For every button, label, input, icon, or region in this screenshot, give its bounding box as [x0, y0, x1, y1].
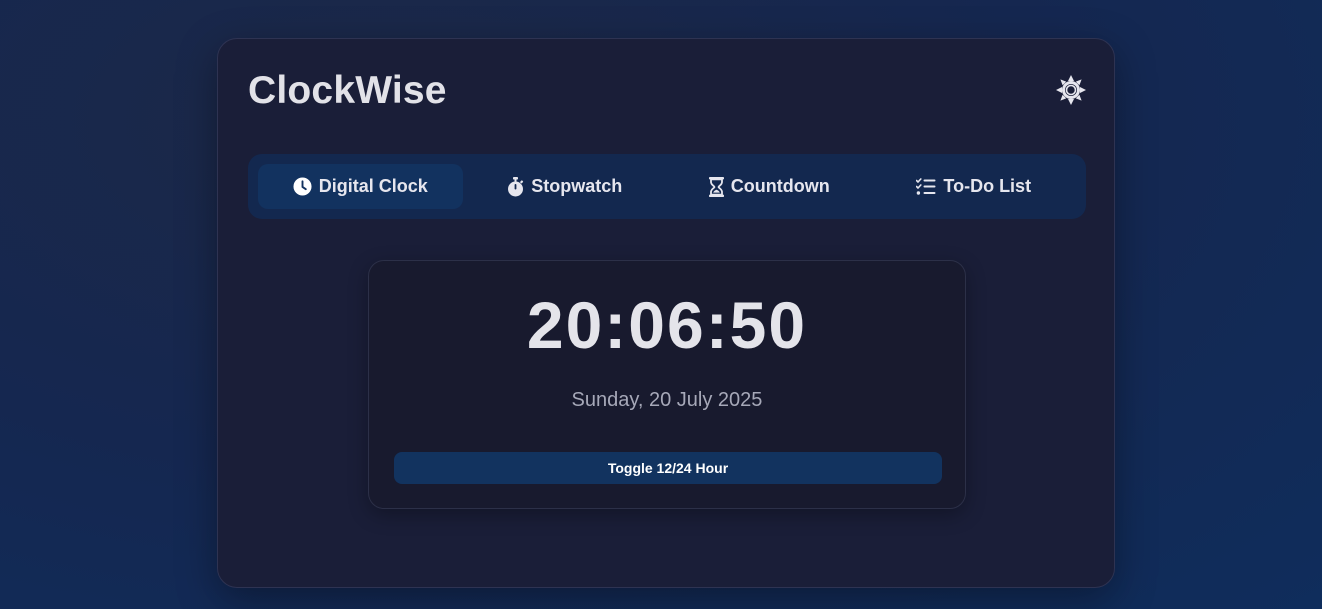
tab-stopwatch[interactable]: Stopwatch — [463, 164, 668, 209]
app-title: ClockWise — [248, 69, 447, 112]
stopwatch-icon — [508, 176, 524, 196]
app-container: ClockWise Digital Clock Stopwatch Countd… — [217, 38, 1115, 588]
tab-bar: Digital Clock Stopwatch Countdown To-Do … — [248, 154, 1086, 219]
tab-digital-clock[interactable]: Digital Clock — [258, 164, 463, 209]
current-time: 20:06:50 — [526, 288, 808, 362]
tab-label: To-Do List — [943, 176, 1032, 196]
tab-label: Stopwatch — [531, 176, 623, 196]
sun-icon — [1056, 75, 1086, 105]
tab-label: Countdown — [730, 176, 830, 196]
tab-todo-list[interactable]: To-Do List — [872, 164, 1077, 209]
list-check-icon — [916, 177, 936, 195]
clock-icon — [293, 177, 312, 196]
theme-toggle-button[interactable] — [1054, 73, 1088, 107]
current-date: Sunday, 20 July 2025 — [571, 389, 763, 411]
tab-label: Digital Clock — [318, 176, 428, 196]
tab-countdown[interactable]: Countdown — [667, 164, 872, 209]
digital-clock-panel: 20:06:50 Sunday, 20 July 2025 Toggle 12/… — [368, 260, 966, 509]
toggle-12-24-hour-button[interactable]: Toggle 12/24 Hour — [394, 452, 942, 484]
hourglass-icon — [708, 176, 724, 197]
